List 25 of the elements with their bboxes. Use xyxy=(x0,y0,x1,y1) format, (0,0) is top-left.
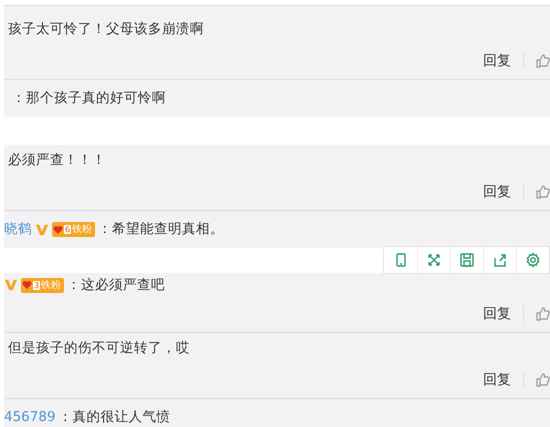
heart-icon xyxy=(53,224,63,234)
comment-text: ：那个孩子真的好可怜啊 xyxy=(12,89,166,108)
save-icon xyxy=(459,252,475,268)
like-icon xyxy=(536,307,550,321)
comment-text: 必须严查！！！ xyxy=(8,150,106,170)
comment-text: ：这必须严查吧 xyxy=(67,276,166,295)
level-number: 6 xyxy=(64,225,72,234)
comment-text: ：真的很让人气愤 xyxy=(58,408,171,427)
like-icon xyxy=(536,185,550,199)
fan-label: 铁粉 xyxy=(72,223,92,237)
comment-text: 但是孩子的伤不可逆转了，哎 xyxy=(8,338,190,358)
comment-text: 孩子太可怜了！父母该多崩溃啊 xyxy=(8,20,204,39)
settings-icon xyxy=(525,252,541,268)
reply-link[interactable]: 回复 xyxy=(483,50,511,72)
like-icon xyxy=(536,54,550,68)
like-icon xyxy=(536,373,550,387)
share-icon xyxy=(492,252,508,268)
reply-link[interactable]: 回复 xyxy=(483,303,511,325)
heart-icon xyxy=(22,280,32,290)
reply-link[interactable]: 回复 xyxy=(483,181,511,203)
comment-text: ：希望能查明真相。 xyxy=(98,220,224,240)
level-number: 3 xyxy=(33,280,40,290)
fan-label: 铁粉 xyxy=(41,278,62,292)
reply-link[interactable]: 回复 xyxy=(483,369,511,391)
expand-icon xyxy=(426,252,442,268)
